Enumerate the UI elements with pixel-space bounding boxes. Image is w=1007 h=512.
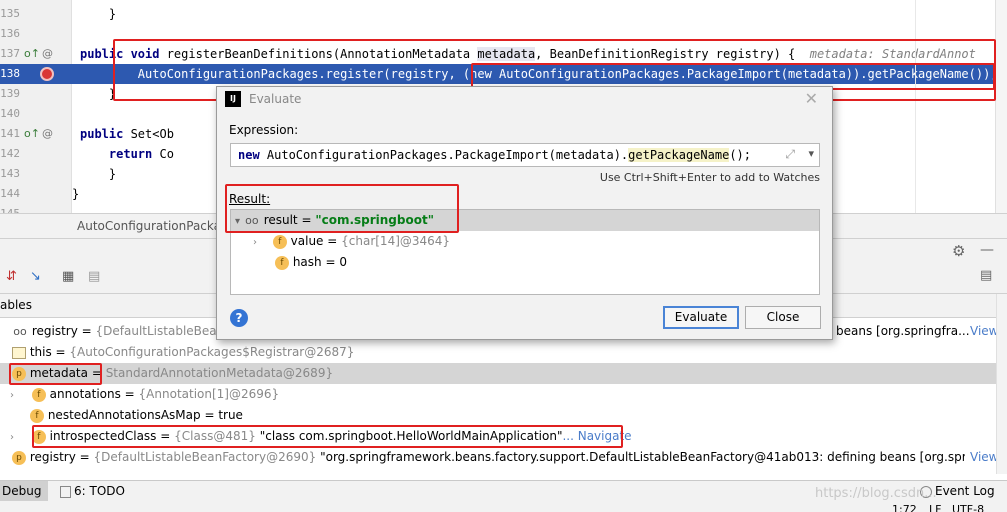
line-number: 143 — [0, 167, 20, 180]
expression-label: Expression: — [229, 123, 299, 137]
vars-scrollbar[interactable] — [996, 294, 1007, 474]
var-value: true — [218, 408, 243, 422]
var-row-nested-annotations[interactable]: f nestedAnnotationsAsMap = true — [0, 405, 1007, 426]
evaluate-dialog: IJ Evaluate ✕ Expression: new AutoConfig… — [216, 86, 833, 340]
expand-arrow-icon[interactable]: › — [10, 427, 20, 448]
field-name: value — [290, 234, 324, 248]
field-value: {char[14]@3464} — [341, 234, 451, 248]
line-number: 137 — [0, 47, 20, 60]
var-value: "org.springframework.beans.factory.suppo… — [320, 450, 965, 464]
code-text: } — [80, 167, 117, 181]
expand-arrow-icon[interactable]: › — [253, 232, 263, 253]
field-name: hash — [292, 255, 322, 269]
line-number: 145 — [0, 204, 20, 213]
view-link[interactable]: View — [970, 321, 998, 342]
step-cursor-icon[interactable]: ↘ — [30, 269, 41, 284]
code-text: } — [80, 87, 117, 101]
todo-tab[interactable]: 6: TODO — [60, 484, 125, 498]
result-child-value[interactable]: › f value = {char[14]@3464} — [231, 231, 819, 252]
breadcrumb[interactable]: AutoConfigurationPacka — [77, 219, 221, 233]
var-name: annotations — [49, 387, 121, 401]
code-text: } — [80, 7, 117, 21]
equals-sign: = — [321, 255, 340, 269]
annotation-at-icon: @ — [42, 47, 53, 60]
view-link[interactable]: View — [970, 447, 998, 468]
code-text: } — [72, 187, 80, 201]
line-number: 139 — [0, 87, 20, 100]
editor-scrollbar[interactable] — [995, 0, 1007, 213]
line-number: 142 — [0, 147, 20, 160]
close-icon[interactable]: ✕ — [805, 89, 818, 108]
chevron-down-icon[interactable]: ▾ — [808, 147, 814, 160]
var-row-registry-tail: beans [org.springfra... — [836, 324, 970, 338]
right-margin-guide — [915, 0, 916, 213]
var-row-annotations[interactable]: › f annotations = {Annotation[1]@2696} — [0, 384, 1007, 405]
dialog-title-bar[interactable]: IJ Evaluate ✕ — [217, 87, 832, 111]
minimize-icon[interactable]: — — [980, 242, 994, 258]
result-highlight-box — [225, 184, 459, 233]
intellij-logo-icon: IJ — [225, 91, 241, 107]
watch-hint: Use Ctrl+Shift+Enter to add to Watches — [599, 171, 820, 184]
cursor-position[interactable]: 1:72 — [892, 503, 917, 512]
var-name: registry — [31, 324, 78, 338]
var-name: nestedAnnotationsAsMap — [47, 408, 201, 422]
result-child-hash[interactable]: f hash = 0 — [231, 252, 819, 273]
code-text: return Co — [108, 147, 174, 161]
var-type: StandardAnnotationMetadata@2689} — [105, 366, 334, 380]
annotation-at-icon: @ — [42, 127, 53, 140]
debug-tab-label: Debug — [2, 484, 42, 498]
override-marker-icon[interactable]: o↑ — [24, 44, 40, 64]
expand-editor-icon[interactable]: ⤢ — [785, 147, 795, 162]
drop-frame-icon[interactable]: ⇵ — [6, 269, 17, 284]
code-line-135: 135 } — [0, 4, 1007, 24]
line-separator[interactable]: LF — [929, 503, 941, 512]
introspected-class-highlight-box — [32, 425, 623, 448]
equals-sign: = — [323, 234, 342, 248]
gear-icon[interactable]: ⚙ — [952, 242, 965, 260]
file-encoding[interactable]: UTF-8 — [952, 503, 984, 512]
dialog-title: Evaluate — [249, 92, 302, 106]
line-number: 138 — [0, 67, 20, 80]
field-icon: f — [31, 387, 46, 402]
line-number: 144 — [0, 187, 20, 200]
var-row-registry-2[interactable]: p registry = {DefaultListableBeanFactory… — [0, 447, 965, 468]
todo-tab-label: 6: TODO — [74, 484, 125, 498]
field-icon: f — [275, 255, 289, 270]
line-number: 135 — [0, 7, 20, 20]
var-name: registry — [29, 450, 76, 464]
code-text: public Set<Ob — [80, 127, 174, 141]
variables-tab-label: ables — [0, 298, 32, 312]
evaluate-button[interactable]: Evaluate — [663, 306, 739, 329]
parameter-icon: p — [12, 450, 26, 465]
metadata-highlight-box — [9, 363, 102, 385]
field-value: 0 — [339, 255, 347, 269]
line-number: 136 — [0, 27, 20, 40]
stack-list-icon — [12, 346, 26, 359]
debug-tab[interactable]: Debug — [0, 481, 48, 501]
line-number: 140 — [0, 107, 20, 120]
close-button[interactable]: Close — [745, 306, 821, 329]
watch-glasses-icon: oo — [13, 324, 27, 338]
line-number: 141 — [0, 127, 20, 140]
breakpoint-icon[interactable] — [40, 67, 54, 81]
table-view-icon[interactable]: ▦ — [62, 269, 74, 284]
var-type: {DefaultListableBeanFactory@2690} — [93, 450, 317, 464]
override-marker-icon[interactable]: o↑ — [24, 124, 40, 144]
expand-arrow-icon[interactable]: › — [10, 385, 20, 406]
var-type: {AutoConfigurationPackages$Registrar@268… — [69, 345, 355, 359]
expression-text: new AutoConfigurationPackages.PackageImp… — [238, 148, 751, 162]
var-name: this — [29, 345, 52, 359]
var-row-metadata[interactable]: p metadata = StandardAnnotationMetadata@… — [0, 363, 1007, 384]
expression-input[interactable]: new AutoConfigurationPackages.PackageImp… — [230, 143, 820, 167]
todo-icon — [60, 485, 71, 498]
watermark: https://blog.csdn... — [815, 486, 937, 501]
var-type: {Annotation[1]@2696} — [138, 387, 280, 401]
var-row-this[interactable]: this = {AutoConfigurationPackages$Regist… — [0, 342, 1007, 363]
restore-layout-icon[interactable]: ▤ — [88, 269, 100, 284]
field-icon: f — [30, 408, 44, 423]
help-icon[interactable]: ? — [230, 309, 248, 327]
field-icon: f — [272, 234, 287, 249]
event-log-label: Event Log — [935, 484, 995, 498]
layout-icon[interactable]: ▤ — [980, 268, 992, 283]
